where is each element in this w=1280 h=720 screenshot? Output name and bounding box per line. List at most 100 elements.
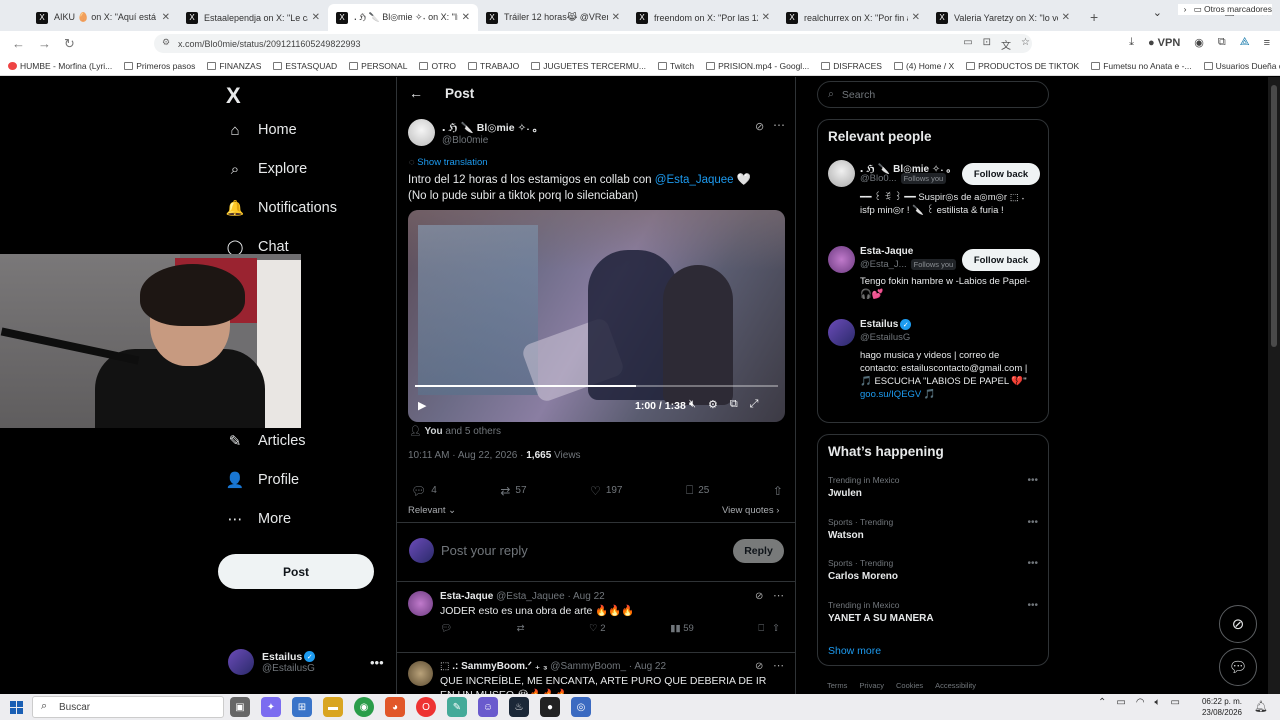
steam-icon[interactable]: ♨ <box>509 697 529 717</box>
bookmark-item[interactable]: Usuarios Dueña de mi... <box>1203 61 1280 71</box>
repost-icon[interactable]: ⇄ <box>517 623 525 634</box>
page-scrollbar[interactable] <box>1268 77 1280 694</box>
bookmark-item[interactable]: PRISION.mp4 - Googl... <box>706 61 809 71</box>
footer-link[interactable]: Terms <box>827 681 847 690</box>
trend-item[interactable]: Trending in Mexico Jwulen ••• <box>828 475 1042 499</box>
tray-expand-icon[interactable]: ⌃ <box>1098 697 1106 708</box>
bookmark-item[interactable]: ESTASQUAD <box>273 61 337 71</box>
new-tab-button[interactable]: + <box>1090 9 1098 25</box>
file-explorer-icon[interactable]: ▬ <box>323 697 343 717</box>
person-card[interactable]: Esta-Jaque @Esta_J... Follows you Follow … <box>828 246 1042 306</box>
store-icon[interactable]: ⊞ <box>292 697 312 717</box>
reply-author-name[interactable]: ⬚ .: SammyBoom.ᐟ ₊ ₃ <box>440 661 548 672</box>
bio-link[interactable]: goo.su/IQEGV <box>860 389 921 400</box>
bookmark-item[interactable]: Fumetsu no Anata e -... <box>1091 61 1192 71</box>
trend-more-icon[interactable]: ••• <box>1027 475 1038 486</box>
fullscreen-icon[interactable]: ⤢ <box>750 398 759 411</box>
trend-item[interactable]: Trending in Mexico YANET A SU MANERA ••• <box>828 600 1042 624</box>
reply-avatar[interactable] <box>408 661 433 686</box>
reply-author-name[interactable]: Esta-Jaque <box>440 591 493 602</box>
bookmark-item[interactable]: PERSONAL <box>349 61 407 71</box>
account-icon[interactable]: ◉ <box>1194 36 1204 49</box>
tagged-people[interactable]: 👤︎ You and 5 others <box>409 426 501 437</box>
like-action[interactable]: ♡ 197 <box>590 483 622 498</box>
reply-avatar[interactable] <box>408 591 433 616</box>
reply-more-icon[interactable]: ⋯ <box>773 589 784 602</box>
battery-icon[interactable]: ▭ <box>1171 697 1180 708</box>
tab-search-icon[interactable]: ⌄ <box>1153 6 1162 19</box>
messages-fab-icon[interactable]: 💬︎ <box>1219 648 1257 686</box>
bookmark-item[interactable]: (4) Home / X <box>893 61 954 71</box>
reply-action[interactable]: 💬︎ 4 <box>411 483 437 498</box>
pip-icon[interactable]: ⧉ <box>730 398 738 411</box>
account-switcher[interactable]: Estailus ✓ @EstailusG ••• <box>228 649 384 675</box>
trend-more-icon[interactable]: ••• <box>1027 600 1038 611</box>
post-more-icon[interactable]: ⋯ <box>773 118 785 132</box>
reply-input[interactable]: Post your reply <box>441 543 528 558</box>
bookmark-star-icon[interactable]: ☆ <box>1021 37 1030 52</box>
grok-fab-icon[interactable]: ⊘ <box>1219 605 1257 643</box>
taskbar-search[interactable]: ⌕ Buscar <box>32 696 224 718</box>
firefox-icon[interactable]: ◕ <box>385 697 405 717</box>
reply-icon[interactable]: 💬︎ <box>440 623 452 634</box>
reply-more-icon[interactable]: ⋯ <box>773 659 784 672</box>
bookmark-item[interactable]: Twitch <box>658 61 694 71</box>
person-name[interactable]: Esta-Jaque <box>860 246 913 257</box>
bookmark-item[interactable]: FINANZAS <box>207 61 261 71</box>
download-page-icon[interactable]: ⊡ <box>983 37 991 52</box>
browser-tab[interactable]: X ꓸ ℌ 🔪 Bl◎mie ✧˖ on X: "Intro d ✕ <box>328 4 478 31</box>
person-card[interactable]: ꓸ ℌ 🔪 Bl◎mie ✧˖ ｡ @Blo0... Follows you Fo… <box>828 160 1042 235</box>
footer-link[interactable]: Privacy <box>859 681 884 690</box>
tab-close-icon[interactable]: ✕ <box>1062 12 1070 23</box>
url-bar[interactable]: ⚙ x.com/Blo0mie/status/20912116052498229… <box>154 34 1032 53</box>
forward-icon[interactable]: → <box>38 36 52 51</box>
repost-action[interactable]: ⇄ 57 <box>500 483 526 498</box>
volume-icon[interactable]: 🔈︎ <box>1155 697 1161 708</box>
view-quotes-link[interactable]: View quotes › <box>722 505 779 516</box>
copilot-icon[interactable]: ✦ <box>261 697 281 717</box>
reload-icon[interactable]: ↻ <box>64 36 78 52</box>
nav-more[interactable]: ⋯ More <box>226 510 292 528</box>
bookmark-item[interactable]: JUGUETES TERCERMU... <box>531 61 646 71</box>
reply-author-handle[interactable]: @Esta_Jaquee · Aug 22 <box>496 591 605 602</box>
post-author[interactable]: ꓸ ℌ 🔪 Bl◎mie ✧˖ ｡ @Blo0mie <box>408 119 538 146</box>
person-name[interactable]: Estailus <box>860 319 898 330</box>
browser-tab[interactable]: Xrealchurrex on X: "Por fin acab ✕ <box>778 4 928 31</box>
install-icon[interactable]: ▭ <box>963 37 972 52</box>
trend-item[interactable]: Sports · Trending Carlos Moreno ••• <box>828 558 1042 582</box>
app-icon[interactable]: ● <box>540 697 560 717</box>
nav-home[interactable]: ⌂ Home <box>226 121 296 139</box>
reply-item[interactable]: Esta-Jaque @Esta_Jaquee · Aug 22 ⊘ ⋯ JOD… <box>397 583 795 653</box>
tab-close-icon[interactable]: ✕ <box>762 12 770 23</box>
like-action[interactable]: ♡ 2 <box>589 623 605 634</box>
bookmark-and-share[interactable]: ⎕ ⇧ <box>758 623 780 634</box>
extensions-icon[interactable]: ⧉ <box>1218 36 1226 49</box>
discord-icon[interactable]: ☺ <box>478 697 498 717</box>
search-input[interactable]: ⌕ Search <box>817 81 1049 108</box>
site-info-icon[interactable]: ⚙ <box>162 37 170 48</box>
show-more-link[interactable]: Show more <box>828 645 881 657</box>
settings-icon[interactable]: ⚙ <box>708 398 718 411</box>
follow-back-button[interactable]: Follow back <box>962 249 1040 271</box>
person-handle[interactable]: @Esta_J... <box>860 259 907 270</box>
bookmark-item[interactable]: TRABAJO <box>468 61 519 71</box>
trend-more-icon[interactable]: ••• <box>1027 517 1038 528</box>
reply-sort-dropdown[interactable]: Relevant ⌄ <box>408 505 456 516</box>
reply-author-handle[interactable]: @SammyBoom_ · Aug 22 <box>550 661 666 672</box>
vpn-button[interactable]: ● VPN <box>1148 37 1180 49</box>
network-icon[interactable]: ▭ <box>1116 697 1125 708</box>
show-translation-link[interactable]: ◌ Show translation <box>409 157 488 168</box>
browser-tab[interactable]: Xfreendom on X: "Por las 12 hor ✕ <box>628 4 778 31</box>
reply-button[interactable]: Reply <box>733 539 784 563</box>
downloads-icon[interactable]: ⤓ <box>1129 36 1134 49</box>
browser-tab[interactable]: X AIKU 🥚 on X: "Aquí está mi h ✕ <box>28 4 178 31</box>
app-icon[interactable]: ✎ <box>447 697 467 717</box>
nav-explore[interactable]: ⌕ Explore <box>226 160 307 178</box>
notifications-icon[interactable]: 🔔︎ <box>1254 700 1268 713</box>
bookmark-item[interactable]: DISFRACES <box>821 61 882 71</box>
footer-link[interactable]: Cookies <box>896 681 923 690</box>
back-arrow-icon[interactable]: ← <box>409 85 427 101</box>
scrollbar-thumb[interactable] <box>1271 85 1277 347</box>
post-timestamp[interactable]: 10:11 AM · Aug 22, 2026 · <box>408 450 526 461</box>
nav-profile[interactable]: 👤 Profile <box>226 471 299 489</box>
